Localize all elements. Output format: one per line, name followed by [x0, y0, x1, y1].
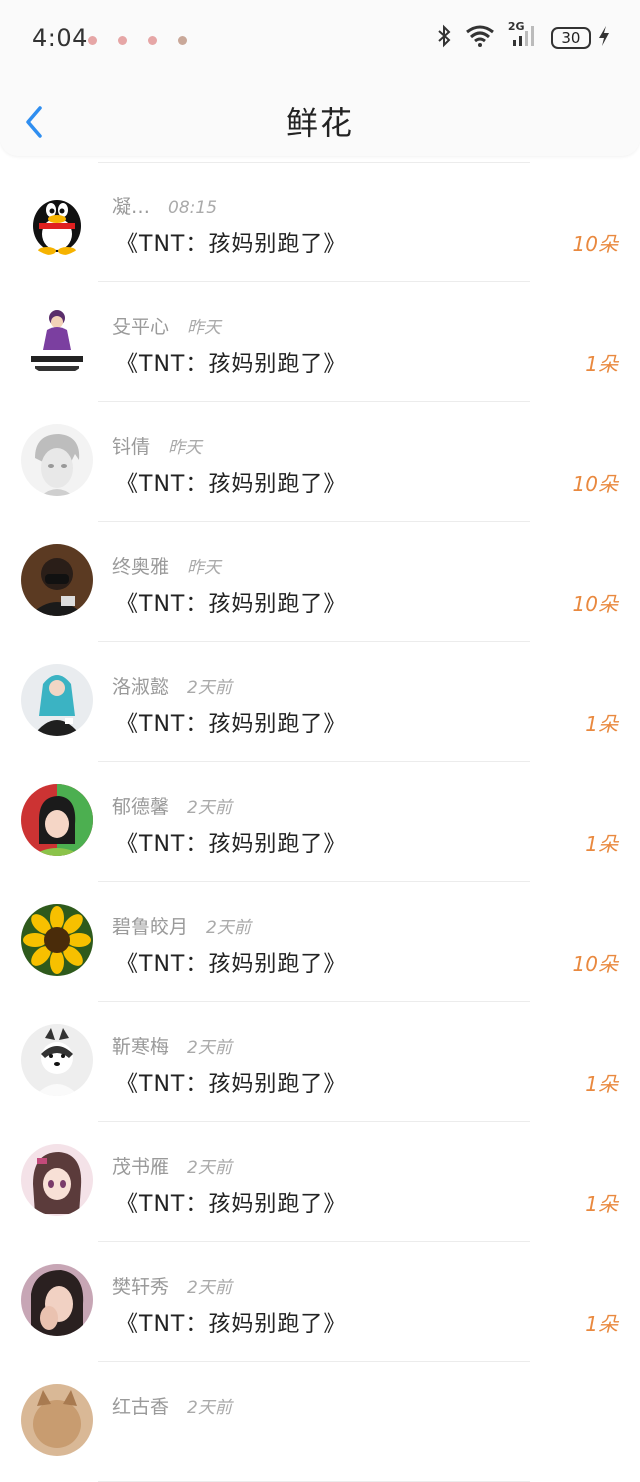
flower-count: 1朵: [585, 1312, 618, 1336]
list-item[interactable]: 红古香 2天前: [0, 1362, 640, 1482]
avatar[interactable]: [21, 904, 93, 976]
page-title: 鲜花: [285, 104, 354, 142]
app-header: 4:04 2G 30 鲜花: [0, 0, 640, 156]
user-name: 碧鲁皎月: [112, 916, 189, 938]
user-name: 靳寒梅: [112, 1036, 170, 1058]
user-info: 樊轩秀 2天前: [112, 1272, 232, 1298]
time-label: 2天前: [206, 918, 251, 938]
list-item[interactable]: 洛淑懿 2天前《TNT：孩妈别跑了》 1朵: [0, 642, 640, 762]
list-item[interactable]: 终奥雅 昨天《TNT：孩妈别跑了》 10朵: [0, 522, 640, 642]
avatar[interactable]: [21, 784, 93, 856]
time-label: 昨天: [168, 438, 203, 458]
user-name: 终奥雅: [112, 556, 170, 578]
book-title: 《TNT：孩妈别跑了》: [116, 952, 347, 977]
book-title: 《TNT：孩妈别跑了》: [116, 1312, 347, 1337]
list-item[interactable]: 郁德馨 2天前《TNT：孩妈别跑了》 1朵: [0, 762, 640, 882]
avatar[interactable]: [21, 1264, 93, 1336]
flower-count: 1朵: [585, 832, 618, 856]
notification-dot-icon: [118, 36, 127, 45]
flower-count: 1朵: [585, 712, 618, 736]
flower-count: 1朵: [585, 1192, 618, 1216]
list-item[interactable]: 凝… 08:15 《TNT：孩妈别跑了》 10朵: [0, 162, 640, 282]
time-label: 2天前: [187, 1398, 232, 1418]
avatar[interactable]: [21, 1144, 93, 1216]
bluetooth-icon: [436, 24, 452, 52]
book-title: 《TNT：孩妈别跑了》: [116, 472, 347, 497]
status-icons: 2G 30: [428, 20, 610, 54]
list-item[interactable]: 殳平心 昨天《TNT：孩妈别跑了》 1朵: [0, 282, 640, 402]
user-info: 钭倩 昨天: [112, 432, 202, 458]
list-item[interactable]: 茂书雁 2天前《TNT：孩妈别跑了》 1朵: [0, 1122, 640, 1242]
list-item[interactable]: 碧鲁皎月 2天前《TNT：孩妈别跑了》 10朵: [0, 882, 640, 1002]
notification-dot-icon: [148, 36, 157, 45]
book-title: 《TNT：孩妈别跑了》: [116, 232, 347, 257]
avatar[interactable]: [21, 304, 93, 376]
status-time: 4:04: [32, 24, 88, 52]
avatar[interactable]: [21, 184, 93, 256]
flower-count: 1朵: [585, 1072, 618, 1096]
avatar[interactable]: [21, 544, 93, 616]
notification-dot-icon: [178, 36, 187, 45]
time-label: 2天前: [187, 1038, 232, 1058]
network-type-label: 2G: [507, 20, 525, 33]
user-info: 红古香 2天前: [112, 1392, 232, 1418]
status-bar: 4:04 2G 30: [0, 20, 640, 58]
book-title: 《TNT：孩妈别跑了》: [116, 352, 347, 377]
user-info: 终奥雅 昨天: [112, 552, 221, 578]
avatar[interactable]: [21, 664, 93, 736]
time-label: 2天前: [187, 678, 232, 698]
user-info: 殳平心 昨天: [112, 312, 221, 338]
flower-count: 10朵: [572, 952, 618, 976]
user-name: 茂书雁: [112, 1156, 170, 1178]
time-label: 2天前: [187, 1158, 232, 1178]
flower-count: 10朵: [572, 472, 618, 496]
navigation-bar: 鲜花: [0, 92, 640, 150]
user-info: 凝… 08:15: [112, 192, 217, 218]
notification-icons: [88, 36, 208, 46]
wifi-icon: [465, 25, 495, 51]
flower-count: 1朵: [585, 352, 618, 376]
user-name: 樊轩秀: [112, 1276, 170, 1298]
avatar[interactable]: [21, 1384, 93, 1456]
user-name: 洛淑懿: [112, 676, 170, 698]
book-title: 《TNT：孩妈别跑了》: [116, 1192, 347, 1217]
user-info: 洛淑懿 2天前: [112, 672, 232, 698]
book-title: 《TNT：孩妈别跑了》: [116, 592, 347, 617]
time-label: 08:15: [168, 198, 218, 218]
list-item[interactable]: 樊轩秀 2天前《TNT：孩妈别跑了》 1朵: [0, 1242, 640, 1362]
time-label: 昨天: [187, 318, 222, 338]
user-info: 郁德馨 2天前: [112, 792, 232, 818]
flower-count: 10朵: [572, 232, 618, 256]
user-info: 茂书雁 2天前: [112, 1152, 232, 1178]
user-name: 郁德馨: [112, 796, 170, 818]
charging-icon: [598, 25, 610, 51]
list-item[interactable]: 钭倩 昨天《TNT：孩妈别跑了》 10朵: [0, 402, 640, 522]
book-title: 《TNT：孩妈别跑了》: [116, 832, 347, 857]
user-info: 靳寒梅 2天前: [112, 1032, 232, 1058]
battery-icon: 30: [550, 27, 591, 49]
signal-icon: 2G: [508, 20, 538, 52]
book-title: 《TNT：孩妈别跑了》: [116, 1072, 347, 1097]
user-name: 钭倩: [112, 436, 151, 458]
user-name: 殳平心: [112, 316, 170, 338]
time-label: 2天前: [187, 798, 232, 818]
user-name: 凝…: [112, 196, 151, 218]
time-label: 昨天: [187, 558, 222, 578]
flower-list: 凝… 08:15 《TNT：孩妈别跑了》 10朵 殳平心 昨天 《TNT：孩妈别跑了》 1朵钭…: [0, 162, 640, 1482]
list-item[interactable]: 靳寒梅 2天前《TNT：孩妈别跑了》 1朵: [0, 1002, 640, 1122]
time-label: 2天前: [187, 1278, 232, 1298]
notification-dot-icon: [88, 36, 97, 45]
flower-count: 10朵: [572, 592, 618, 616]
avatar[interactable]: [21, 424, 93, 496]
avatar[interactable]: [21, 1024, 93, 1096]
book-title: 《TNT：孩妈别跑了》: [116, 712, 347, 737]
user-info: 碧鲁皎月 2天前: [112, 912, 251, 938]
